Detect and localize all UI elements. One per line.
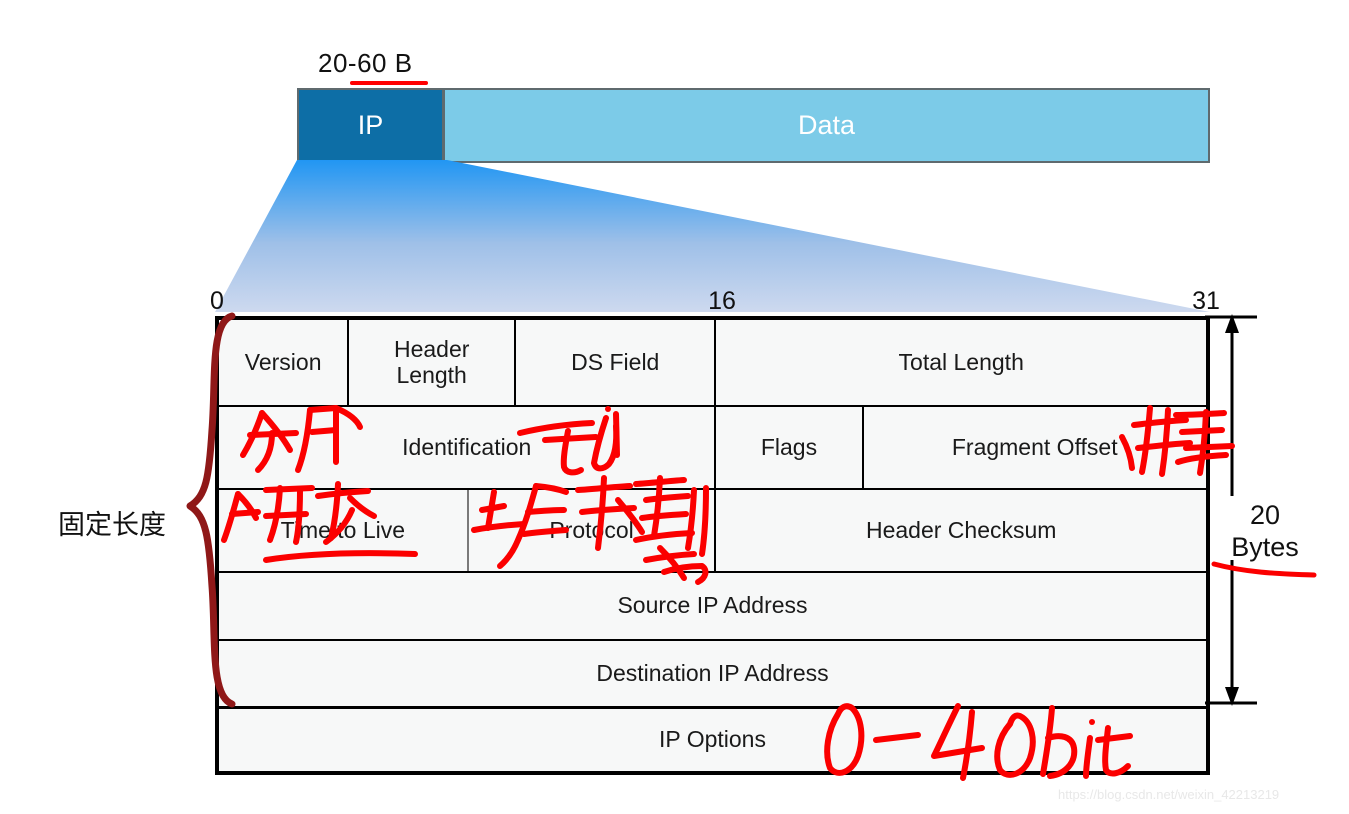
header-field-ds-field: DS Field	[516, 320, 717, 405]
header-field-version: Version	[219, 320, 350, 405]
header-row-5: Destination IP Address	[219, 641, 1206, 709]
header-row-6: IP Options	[219, 709, 1206, 771]
packet-ip-segment: IP	[299, 90, 445, 161]
diagram-canvas: 20-60 B IP Data 0 16 31 Version Header Len…	[0, 0, 1349, 814]
header-field-total-length: Total Length	[716, 320, 1206, 405]
header-field-time-to-live: Time to Live	[219, 490, 469, 571]
header-row-4: Source IP Address	[219, 573, 1206, 641]
header-field-ip-options: IP Options	[219, 709, 1206, 771]
header-row-2: Identification Flags Fragment Offset	[219, 407, 1206, 490]
header-field-destination-ip-address: Destination IP Address	[219, 641, 1206, 706]
header-field-header-length: Header Length	[349, 320, 517, 405]
packet-length-underline-ink	[350, 81, 428, 85]
header-row-1: Version Header Length DS Field Total Length	[219, 320, 1206, 407]
packet-data-segment: Data	[445, 90, 1208, 161]
bit-ruler-tick-16: 16	[708, 287, 736, 315]
header-field-protocol: Protocol	[468, 490, 717, 571]
header-field-flags: Flags	[716, 407, 864, 488]
bit-ruler-tick-0: 0	[210, 287, 224, 315]
watermark: https://blog.csdn.net/weixin_42213219	[1058, 787, 1280, 802]
header-field-source-ip-address: Source IP Address	[219, 573, 1206, 639]
header-row-3: Time to Live Protocol Header Checksum	[219, 490, 1206, 573]
header-field-header-checksum: Header Checksum	[716, 490, 1206, 571]
twenty-bytes-label: 20 Bytes	[1231, 500, 1299, 562]
header-field-fragment-offset: Fragment Offset	[863, 407, 1206, 488]
header-field-identification: Identification	[219, 407, 717, 488]
fixed-length-label: 固定长度	[58, 510, 166, 540]
bit-ruler-tick-31: 31	[1192, 287, 1220, 315]
packet-length-caption: 20-60 B	[318, 48, 413, 78]
packet-bar: IP Data	[297, 88, 1210, 163]
ip-header-table: Version Header Length DS Field Total Length I…	[215, 316, 1210, 775]
